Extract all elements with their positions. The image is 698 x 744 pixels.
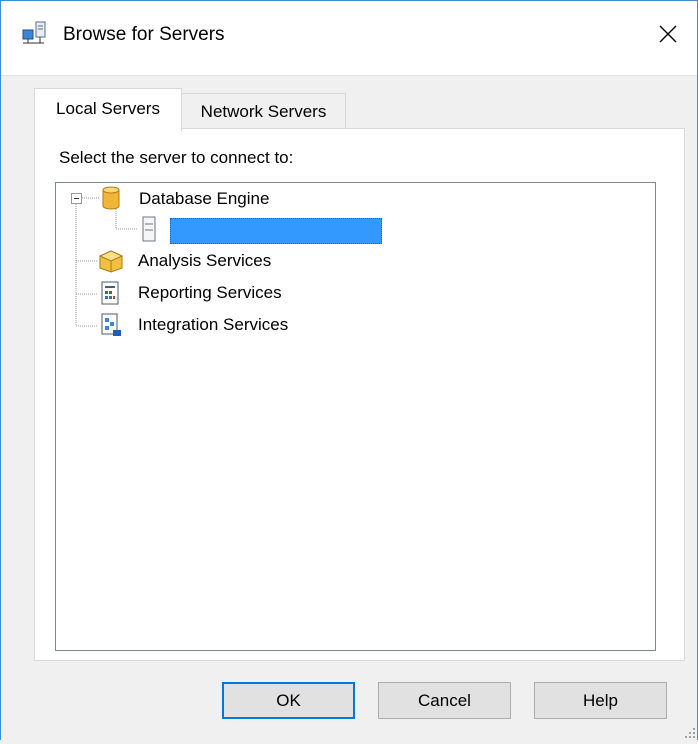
tree-node-local-server-selected[interactable] — [170, 218, 382, 244]
help-button[interactable]: Help — [534, 682, 667, 719]
close-button[interactable] — [646, 14, 690, 58]
window-border-top — [0, 0, 698, 1]
window-border-left — [0, 0, 1, 740]
tab-local-servers[interactable]: Local Servers — [34, 88, 182, 131]
tab-network-servers[interactable]: Network Servers — [181, 93, 346, 128]
local-servers-panel: Select the server to connect to: Databas… — [34, 128, 685, 661]
tree-node-database-engine[interactable]: Database Engine — [139, 189, 269, 209]
database-cylinder-icon — [101, 186, 121, 215]
resize-grip[interactable] — [684, 726, 696, 744]
title-bar: Browse for Servers — [0, 0, 698, 76]
select-server-prompt: Select the server to connect to: — [59, 148, 294, 167]
tree-node-reporting-services[interactable]: Reporting Services — [138, 283, 282, 303]
server-tree[interactable]: Database Engine Analysis Services Report… — [55, 182, 656, 651]
tree-node-integration-services[interactable]: Integration Services — [138, 315, 288, 335]
window-title: Browse for Servers — [63, 24, 225, 45]
close-icon — [658, 24, 678, 49]
analysis-cube-icon — [98, 249, 124, 278]
tree-node-analysis-services[interactable]: Analysis Services — [138, 251, 271, 271]
integration-package-icon — [100, 313, 122, 342]
cancel-button[interactable]: Cancel — [378, 682, 511, 719]
ok-button[interactable]: OK — [222, 682, 355, 719]
server-icon — [142, 216, 156, 247]
collapse-toggle[interactable] — [71, 193, 82, 204]
report-icon — [100, 281, 120, 310]
server-network-icon — [20, 20, 52, 50]
